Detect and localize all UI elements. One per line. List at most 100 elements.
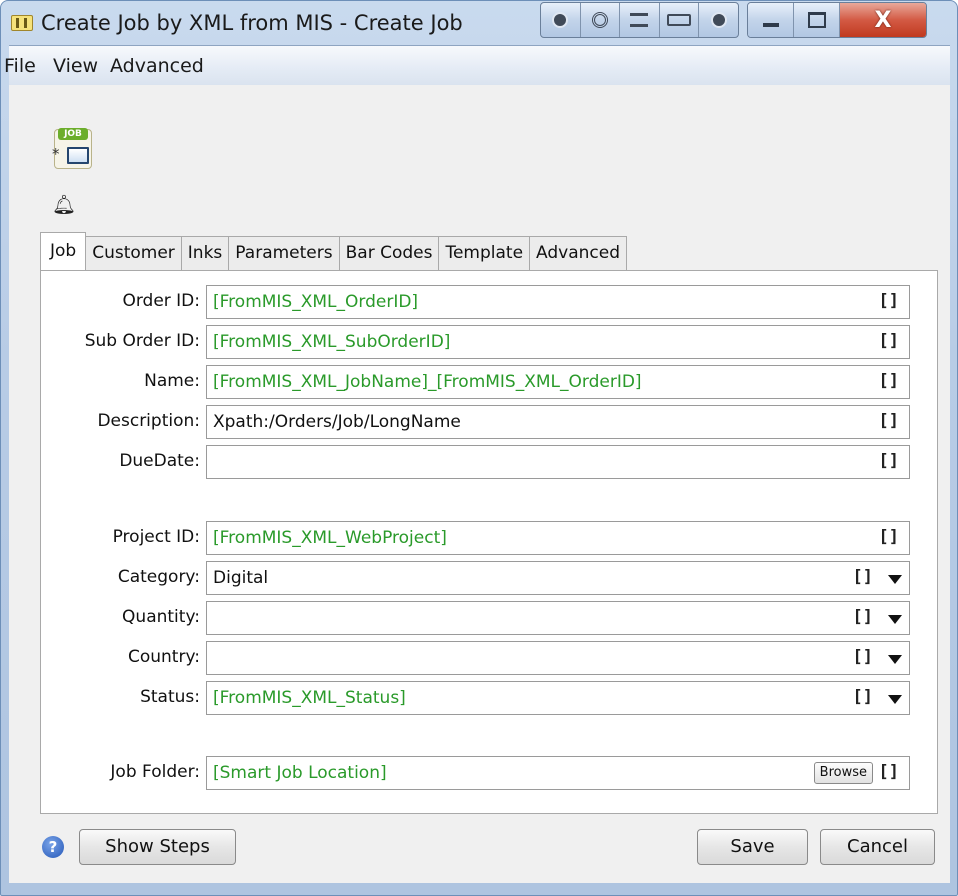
variable-bracket-icon[interactable]: [] xyxy=(853,647,873,667)
eye-icon xyxy=(591,12,608,28)
variable-bracket-icon[interactable]: [] xyxy=(853,687,873,707)
minimize-button[interactable] xyxy=(748,3,794,37)
tab-customer[interactable]: Customer xyxy=(86,236,182,270)
chevron-down-icon[interactable] xyxy=(888,615,902,624)
variable-bracket-icon[interactable]: [] xyxy=(879,451,899,471)
chevron-down-icon[interactable] xyxy=(888,655,902,664)
show-steps-button[interactable]: Show Steps xyxy=(79,829,236,865)
status-select[interactable]: [FromMIS_XML_Status] [] xyxy=(206,681,910,715)
category-label: Category: xyxy=(117,567,200,587)
browse-button[interactable]: Browse xyxy=(813,762,873,784)
bell-icon[interactable]: 🔔︎ xyxy=(52,193,76,216)
toolbar-button-4[interactable] xyxy=(660,3,700,37)
job-folder-label: Job Folder: xyxy=(110,762,200,782)
dialog-window: Create Job by XML from MIS - Create Job … xyxy=(0,0,958,896)
sub-order-id-field[interactable]: [FromMIS_XML_SubOrderID] [] xyxy=(206,325,910,359)
variable-bracket-icon[interactable]: [] xyxy=(879,371,899,391)
tab-inks[interactable]: Inks xyxy=(181,236,230,270)
order-id-label: Order ID: xyxy=(122,291,200,311)
order-id-row: Order ID: [FromMIS_XML_OrderID] [] xyxy=(41,285,939,319)
due-date-row: DueDate: [] xyxy=(41,445,939,479)
toolbar-button-1[interactable] xyxy=(541,3,581,37)
tab-bar: Job Customer Inks Parameters Bar Codes T… xyxy=(40,232,628,270)
variable-bracket-icon[interactable]: [] xyxy=(879,291,899,311)
quantity-select[interactable]: [] xyxy=(206,601,910,635)
due-date-field[interactable]: [] xyxy=(206,445,910,479)
folder-icon xyxy=(67,147,89,164)
job-icon-tag: JOB xyxy=(58,128,88,140)
window-title: Create Job by XML from MIS - Create Job xyxy=(41,11,463,35)
window-layout-icon xyxy=(630,13,649,27)
tab-parameters[interactable]: Parameters xyxy=(229,236,340,270)
order-id-value: [FromMIS_XML_OrderID] xyxy=(213,292,419,312)
description-value: Xpath:/Orders/Job/LongName xyxy=(213,412,461,432)
menu-advanced[interactable]: Advanced xyxy=(110,55,204,77)
panel-icon xyxy=(667,14,692,26)
help-icon[interactable]: ? xyxy=(42,836,64,858)
name-row: Name: [FromMIS_XML_JobName]_[FromMIS_XML… xyxy=(41,365,939,399)
variable-bracket-icon[interactable]: [] xyxy=(879,411,899,431)
status-value: [FromMIS_XML_Status] xyxy=(213,688,406,708)
description-label: Description: xyxy=(97,411,200,431)
menu-file[interactable]: File xyxy=(4,55,36,77)
status-row: Status: [FromMIS_XML_Status] [] xyxy=(41,681,939,715)
minimize-icon xyxy=(762,23,779,27)
title-toolbar xyxy=(540,2,739,38)
toolbar-button-5[interactable] xyxy=(699,3,738,37)
description-field[interactable]: Xpath:/Orders/Job/LongName [] xyxy=(206,405,910,439)
project-id-label: Project ID: xyxy=(112,527,200,547)
sub-order-id-row: Sub Order ID: [FromMIS_XML_SubOrderID] [… xyxy=(41,325,939,359)
country-label: Country: xyxy=(127,647,200,667)
camera-icon xyxy=(710,12,727,28)
variable-bracket-icon[interactable]: [] xyxy=(853,567,873,587)
toolbar-button-3[interactable] xyxy=(620,3,660,37)
toolbar-button-2[interactable] xyxy=(581,3,621,37)
variable-bracket-icon[interactable]: [] xyxy=(879,762,899,782)
dialog-content: JOB * 🔔︎ Job Customer Inks Parameters Ba… xyxy=(9,85,950,883)
job-folder-value: [Smart Job Location] xyxy=(213,763,387,783)
job-tab-panel: Order ID: [FromMIS_XML_OrderID] [] Sub O… xyxy=(40,270,938,814)
close-button[interactable]: X xyxy=(840,3,926,37)
project-id-field[interactable]: [FromMIS_XML_WebProject] [] xyxy=(206,521,910,555)
job-folder-row: Job Folder: [Smart Job Location] Browse … xyxy=(41,756,939,790)
due-date-label: DueDate: xyxy=(119,451,200,471)
app-icon xyxy=(11,15,33,31)
tab-template[interactable]: Template xyxy=(439,236,531,270)
close-icon: X xyxy=(874,7,892,33)
name-field[interactable]: [FromMIS_XML_JobName]_[FromMIS_XML_Order… xyxy=(206,365,910,399)
category-row: Category: Digital [] xyxy=(41,561,939,595)
job-icon[interactable]: JOB * xyxy=(52,128,92,169)
name-label: Name: xyxy=(144,371,200,391)
variable-bracket-icon[interactable]: [] xyxy=(879,331,899,351)
country-select[interactable]: [] xyxy=(206,641,910,675)
window-controls: X xyxy=(747,2,927,38)
title-bar[interactable]: Create Job by XML from MIS - Create Job … xyxy=(1,1,957,45)
quantity-label: Quantity: xyxy=(122,607,200,627)
variable-bracket-icon[interactable]: [] xyxy=(879,527,899,547)
project-id-row: Project ID: [FromMIS_XML_WebProject] [] xyxy=(41,521,939,555)
status-label: Status: xyxy=(140,687,200,707)
description-row: Description: Xpath:/Orders/Job/LongName … xyxy=(41,405,939,439)
chevron-down-icon[interactable] xyxy=(888,695,902,704)
project-id-value: [FromMIS_XML_WebProject] xyxy=(213,528,447,548)
quantity-row: Quantity: [] xyxy=(41,601,939,635)
menu-view[interactable]: View xyxy=(53,55,98,77)
save-button[interactable]: Save xyxy=(697,829,808,865)
name-value: [FromMIS_XML_JobName]_[FromMIS_XML_Order… xyxy=(213,372,642,392)
chevron-down-icon[interactable] xyxy=(888,575,902,584)
job-folder-field[interactable]: [Smart Job Location] Browse [] xyxy=(206,756,910,790)
tab-advanced[interactable]: Advanced xyxy=(530,236,628,270)
tab-bar-codes[interactable]: Bar Codes xyxy=(339,236,440,270)
maximize-icon xyxy=(807,12,826,28)
tab-job[interactable]: Job xyxy=(40,232,87,270)
country-row: Country: [] xyxy=(41,641,939,675)
category-select[interactable]: Digital [] xyxy=(206,561,910,595)
maximize-button[interactable] xyxy=(794,3,840,37)
cancel-button[interactable]: Cancel xyxy=(820,829,935,865)
sub-order-id-label: Sub Order ID: xyxy=(84,331,200,351)
record-icon xyxy=(552,12,569,28)
variable-bracket-icon[interactable]: [] xyxy=(853,607,873,627)
category-value: Digital xyxy=(213,568,269,588)
menu-bar: File View Advanced xyxy=(4,45,950,85)
order-id-field[interactable]: [FromMIS_XML_OrderID] [] xyxy=(206,285,910,319)
